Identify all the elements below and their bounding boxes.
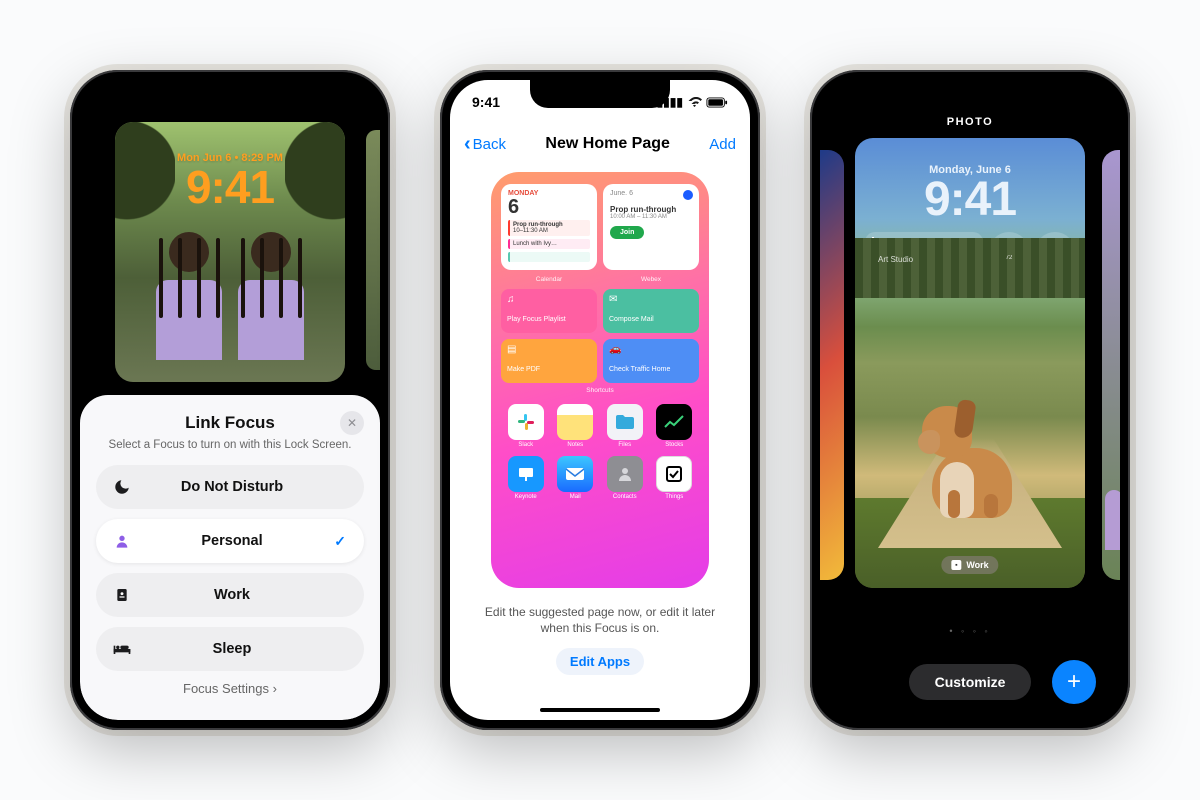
focus-option-sleep[interactable]: Sleep [96, 627, 364, 671]
document-icon: ▤ [507, 344, 591, 355]
webex-date: June. 6 [610, 190, 692, 197]
lock-time: 9:41 [186, 164, 274, 210]
prev-lockscreen-peek[interactable] [820, 150, 844, 580]
hint-text: Edit the suggested page now, or edit it … [450, 604, 750, 636]
webex-logo-icon [683, 190, 693, 200]
wallpaper-subjects [115, 232, 345, 382]
shortcut-compose-mail[interactable]: ✉Compose Mail [603, 289, 699, 333]
close-button[interactable]: ✕ [340, 411, 364, 435]
stocks-icon [656, 404, 692, 440]
focus-option-dnd[interactable]: Do Not Disturb [96, 465, 364, 509]
app-files[interactable]: Files [604, 404, 646, 448]
webex-join-button[interactable]: Join [610, 226, 644, 239]
focus-label: Do Not Disturb [116, 479, 348, 495]
notes-icon [557, 404, 593, 440]
notch [160, 80, 300, 108]
calendar-event: Prop run-through10–11:30 AM [508, 220, 590, 236]
nav-bar: ‹Back New Home Page Add [450, 124, 750, 164]
files-icon [607, 404, 643, 440]
page-dots[interactable]: • ◦ ◦ ◦ [820, 626, 1120, 636]
focus-label: Personal [116, 533, 348, 549]
contacts-icon [607, 456, 643, 492]
notch [900, 80, 1040, 108]
check-icon: ✓ [334, 533, 346, 550]
calendar-day-number: 6 [508, 197, 590, 217]
shortcuts-grid: ♫Play Focus Playlist ✉Compose Mail ▤Make… [501, 289, 699, 383]
focus-label: Sleep [116, 641, 348, 657]
back-button[interactable]: ‹Back [464, 133, 506, 156]
app-keynote[interactable]: Keynote [505, 456, 547, 500]
focus-option-personal[interactable]: Personal ✓ [96, 519, 364, 563]
music-icon: ♫ [507, 294, 591, 305]
slack-icon [508, 404, 544, 440]
add-button[interactable]: Add [709, 136, 736, 153]
app-things[interactable]: Things [654, 456, 696, 500]
screen: PHOTO Monday, June 6 9:41 10:00–11:30 AM… [820, 80, 1120, 720]
widget-label: Shortcuts [501, 387, 699, 394]
car-icon: 🚗 [609, 344, 693, 355]
app-mail[interactable]: Mail [555, 456, 597, 500]
status-time: 9:41 [472, 94, 500, 110]
screen: Mon Jun 6 • 8:29 PM 9:41 Link Focus ✕ Se… [80, 80, 380, 720]
app-grid: Slack Notes Files Stocks Keynote Mail Co… [501, 404, 699, 500]
webex-meeting-time: 10:00 AM – 11:30 AM [610, 214, 692, 220]
bottom-toolbar: Customize + [820, 664, 1120, 700]
phone-lock-screen-editor: PHOTO Monday, June 6 9:41 10:00–11:30 AM… [810, 70, 1130, 730]
sheet-subtitle: Select a Focus to turn on with this Lock… [96, 439, 364, 451]
lock-screen-preview[interactable]: Monday, June 6 9:41 10:00–11:30 AM Prop … [855, 138, 1085, 588]
focus-label: Work [116, 587, 348, 603]
compose-icon: ✉ [609, 294, 693, 305]
phone-new-home-page: 9:41 ▮▮▮▮ ‹Back New Home Page Add MONDAY… [440, 70, 760, 730]
calendar-widget[interactable]: MONDAY 6 Prop run-through10–11:30 AM Lun… [501, 184, 597, 270]
next-lockscreen-peek[interactable] [366, 130, 380, 370]
wallpaper-treeline [855, 238, 1085, 298]
page-title: New Home Page [545, 135, 669, 153]
widget-label: Calendar [501, 276, 597, 283]
app-notes[interactable]: Notes [555, 404, 597, 448]
focus-option-work[interactable]: Work [96, 573, 364, 617]
chevron-left-icon: ‹ [464, 133, 471, 156]
edit-apps-button[interactable]: Edit Apps [556, 648, 644, 675]
customize-button[interactable]: Customize [909, 664, 1032, 700]
notch [530, 80, 670, 108]
badge-icon: ▪ [951, 560, 961, 570]
home-page-preview[interactable]: MONDAY 6 Prop run-through10–11:30 AM Lun… [491, 172, 709, 588]
keynote-icon [508, 456, 544, 492]
close-icon: ✕ [347, 416, 357, 430]
widget-label: Webex [603, 276, 699, 283]
shortcut-make-pdf[interactable]: ▤Make PDF [501, 339, 597, 383]
webex-meeting-title: Prop run-through [610, 205, 692, 214]
app-stocks[interactable]: Stocks [654, 404, 696, 448]
lock-screen-stage: Monday, June 6 9:41 10:00–11:30 AM Prop … [820, 138, 1120, 618]
app-slack[interactable]: Slack [505, 404, 547, 448]
screen: 9:41 ▮▮▮▮ ‹Back New Home Page Add MONDAY… [450, 80, 750, 720]
plus-icon: + [1067, 668, 1081, 696]
wifi-icon [687, 97, 702, 108]
focus-settings-link[interactable]: Focus Settings › [96, 681, 364, 696]
chevron-right-icon: › [273, 681, 277, 696]
calendar-day-label: MONDAY [508, 190, 590, 197]
link-focus-sheet: Link Focus ✕ Select a Focus to turn on w… [80, 395, 380, 720]
focus-pill[interactable]: ▪ Work [941, 556, 998, 574]
mail-icon [557, 456, 593, 492]
shortcut-play-playlist[interactable]: ♫Play Focus Playlist [501, 289, 597, 333]
wallpaper-dog [922, 358, 1042, 518]
battery-icon [706, 97, 728, 108]
shortcut-traffic[interactable]: 🚗Check Traffic Home [603, 339, 699, 383]
sheet-title: Link Focus [96, 413, 364, 433]
things-icon [656, 456, 692, 492]
next-lockscreen-peek[interactable] [1102, 150, 1120, 580]
lock-screen-preview[interactable]: Mon Jun 6 • 8:29 PM 9:41 [115, 122, 345, 382]
app-contacts[interactable]: Contacts [604, 456, 646, 500]
add-lockscreen-button[interactable]: + [1052, 660, 1096, 704]
calendar-event [508, 252, 590, 262]
webex-widget[interactable]: June. 6 Prop run-through 10:00 AM – 11:3… [603, 184, 699, 270]
calendar-event: Lunch with Ivy… [508, 239, 590, 249]
editor-mode-title: PHOTO [820, 116, 1120, 128]
lock-time[interactable]: 9:41 [855, 176, 1085, 224]
phone-link-focus: Mon Jun 6 • 8:29 PM 9:41 Link Focus ✕ Se… [70, 70, 390, 730]
home-indicator[interactable] [540, 708, 660, 712]
